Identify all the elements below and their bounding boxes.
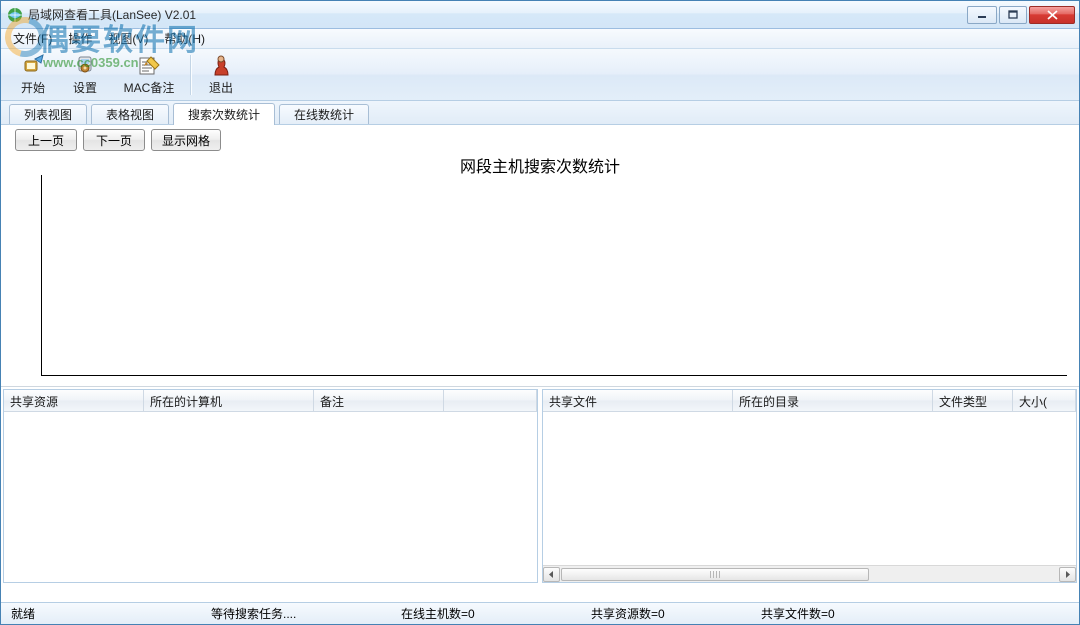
right-table-body[interactable] [543, 412, 1076, 565]
menu-operate[interactable]: 操作 [60, 28, 100, 49]
tab-list-view[interactable]: 列表视图 [9, 104, 87, 124]
share-file-panel: 共享文件 所在的目录 文件类型 大小( [542, 389, 1077, 583]
scroll-thumb[interactable] [561, 568, 869, 581]
toolbar-mac-memo[interactable]: MAC备注 [111, 52, 187, 98]
status-waiting: 等待搜索任务.... [201, 603, 391, 624]
col-blank-left[interactable] [444, 390, 537, 411]
col-remark[interactable]: 备注 [314, 390, 444, 411]
note-icon [137, 53, 161, 77]
scroll-track[interactable] [561, 567, 1058, 582]
toolbar-settings-label: 设置 [73, 79, 97, 96]
main-content: 上一页 下一页 显示网格 网段主机搜索次数统计 共享资源 所在的计算机 备注 [1, 125, 1079, 602]
prev-page-button[interactable]: 上一页 [15, 129, 77, 151]
maximize-button[interactable] [999, 6, 1027, 24]
menu-view[interactable]: 视图(V) [100, 28, 156, 49]
status-share-files: 共享文件数=0 [751, 603, 1079, 624]
tab-search-count[interactable]: 搜索次数统计 [173, 103, 275, 125]
window-title: 局域网查看工具(LanSee) V2.01 [28, 6, 967, 23]
menu-bar: 文件(F) 操作 视图(V) 帮助(H) [1, 29, 1079, 49]
col-file-type[interactable]: 文件类型 [933, 390, 1013, 411]
chart-area: 网段主机搜索次数统计 [5, 153, 1075, 386]
toolbar-start[interactable]: 开始 [7, 52, 59, 98]
status-ready: 就绪 [1, 603, 201, 624]
minimize-button[interactable] [967, 6, 997, 24]
tab-bar: 列表视图 表格视图 搜索次数统计 在线数统计 [1, 101, 1079, 125]
status-bar: 就绪 等待搜索任务.... 在线主机数=0 共享资源数=0 共享文件数=0 [1, 602, 1079, 624]
chart-panel: 上一页 下一页 显示网格 网段主机搜索次数统计 [1, 125, 1079, 387]
tab-grid-view[interactable]: 表格视图 [91, 104, 169, 124]
col-dir[interactable]: 所在的目录 [733, 390, 933, 411]
toolbar-separator [190, 55, 192, 95]
toolbar-settings[interactable]: 设置 [59, 52, 111, 98]
col-share-file[interactable]: 共享文件 [543, 390, 733, 411]
menu-file[interactable]: 文件(F) [5, 28, 60, 49]
title-bar: 局域网查看工具(LanSee) V2.01 [1, 1, 1079, 29]
status-share-res: 共享资源数=0 [581, 603, 751, 624]
right-table-header: 共享文件 所在的目录 文件类型 大小( [543, 390, 1076, 412]
h-scrollbar[interactable] [543, 565, 1076, 582]
chart-title: 网段主机搜索次数统计 [460, 153, 620, 177]
col-share-res[interactable]: 共享资源 [4, 390, 144, 411]
toolbar-start-label: 开始 [21, 79, 45, 96]
left-table-header: 共享资源 所在的计算机 备注 [4, 390, 537, 412]
show-grid-button[interactable]: 显示网格 [151, 129, 221, 151]
gear-icon [73, 53, 97, 77]
menu-help[interactable]: 帮助(H) [156, 28, 213, 49]
next-page-button[interactable]: 下一页 [83, 129, 145, 151]
play-icon [21, 53, 45, 77]
chart-y-axis [41, 175, 42, 376]
page-bar: 上一页 下一页 显示网格 [5, 127, 1075, 153]
toolbar: 开始 设置 MAC备注 退出 [1, 49, 1079, 101]
toolbar-exit-label: 退出 [209, 79, 233, 96]
app-icon [7, 7, 23, 23]
toolbar-mac-memo-label: MAC备注 [124, 79, 175, 96]
status-online-hosts: 在线主机数=0 [391, 603, 581, 624]
chart-x-axis [41, 375, 1067, 376]
col-host[interactable]: 所在的计算机 [144, 390, 314, 411]
scroll-right-button[interactable] [1059, 567, 1076, 582]
exit-icon [209, 53, 233, 77]
share-resource-panel: 共享资源 所在的计算机 备注 [3, 389, 538, 583]
scroll-left-button[interactable] [543, 567, 560, 582]
col-size[interactable]: 大小( [1013, 390, 1076, 411]
left-table-body[interactable] [4, 412, 537, 582]
tab-online-count[interactable]: 在线数统计 [279, 104, 369, 124]
lower-panels: 共享资源 所在的计算机 备注 共享文件 所在的目录 文件类型 大小( [1, 387, 1079, 585]
toolbar-exit[interactable]: 退出 [195, 52, 247, 98]
close-button[interactable] [1029, 6, 1075, 24]
